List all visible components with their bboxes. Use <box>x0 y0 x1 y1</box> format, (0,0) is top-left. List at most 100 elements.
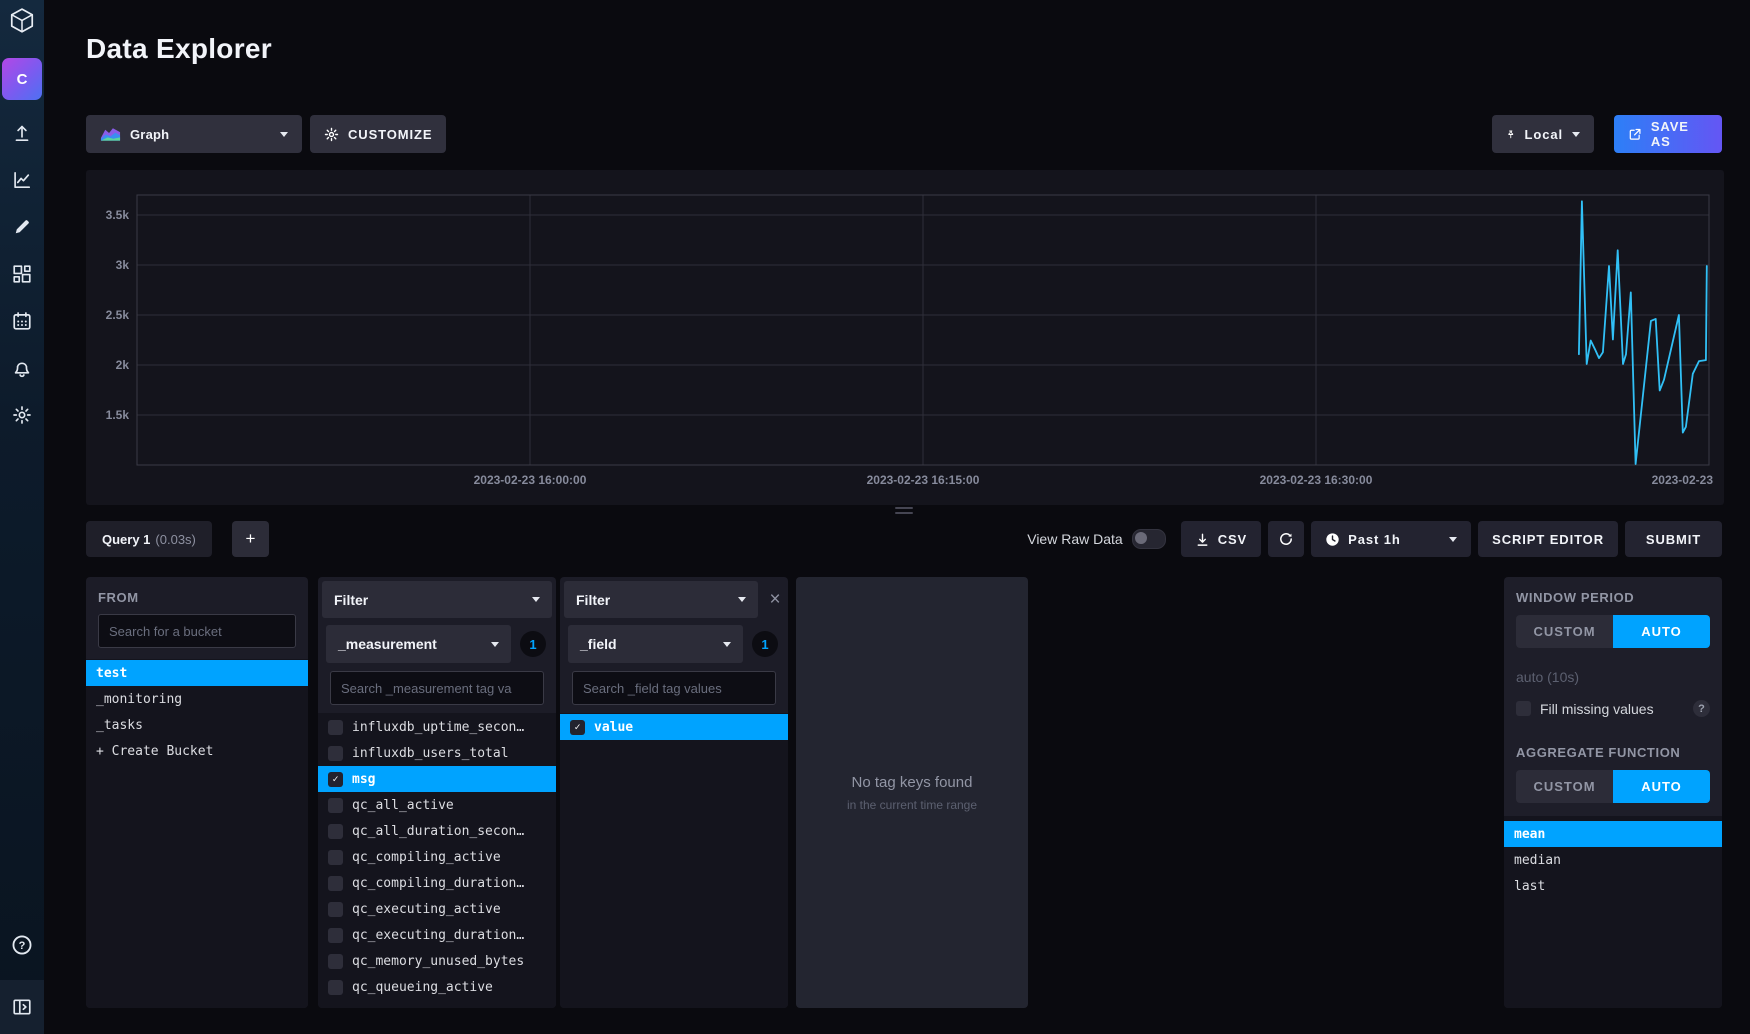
aggregate-function-item[interactable]: mean <box>1504 821 1722 847</box>
aggregate-custom-button[interactable]: CUSTOM <box>1516 770 1613 803</box>
bucket-item[interactable]: test <box>86 660 308 686</box>
svg-text:3k: 3k <box>116 258 130 272</box>
measurement-item-label: qc_all_duration_secon… <box>352 824 524 839</box>
measurement-item[interactable]: qc_executing_duration… <box>318 922 556 948</box>
refresh-icon <box>1278 531 1294 547</box>
measurement-item-checkbox[interactable]: ✓ <box>328 772 343 787</box>
view-raw-data-toggle[interactable] <box>1132 529 1166 549</box>
submit-button[interactable]: SUBMIT <box>1625 521 1722 557</box>
script-editor-label: SCRIPT EDITOR <box>1492 532 1604 547</box>
measurement-item-checkbox[interactable] <box>328 824 343 839</box>
field-item-checkbox[interactable]: ✓ <box>570 720 585 735</box>
customize-button[interactable]: CUSTOMIZE <box>310 115 446 153</box>
sidebar-nav <box>0 122 44 426</box>
filter-type-dropdown[interactable]: Filter <box>564 581 758 618</box>
aggregate-auto-button[interactable]: AUTO <box>1613 770 1710 803</box>
measurement-item[interactable]: qc_memory_unused_bytes <box>318 948 556 974</box>
chevron-down-icon <box>1449 537 1457 542</box>
script-editor-button[interactable]: SCRIPT EDITOR <box>1478 521 1618 557</box>
aggregate-function-title: AGGREGATE FUNCTION <box>1504 721 1722 770</box>
window-custom-button[interactable]: CUSTOM <box>1516 615 1613 648</box>
aggregate-mode-toggle: CUSTOM AUTO <box>1516 770 1710 803</box>
measurement-item-label: influxdb_users_total <box>352 746 509 761</box>
aggregate-function-item[interactable]: last <box>1504 873 1722 899</box>
measurement-item[interactable]: qc_all_duration_secon… <box>318 818 556 844</box>
fill-missing-values-checkbox[interactable] <box>1516 701 1531 716</box>
measurement-item-checkbox[interactable] <box>328 746 343 761</box>
measurement-item[interactable]: qc_executing_active <box>318 896 556 922</box>
add-query-button[interactable]: + <box>232 521 269 557</box>
measurement-item-checkbox[interactable] <box>328 980 343 995</box>
query-tab[interactable]: Query 1 (0.03s) <box>86 521 212 557</box>
local-dropdown[interactable]: Local <box>1492 115 1594 153</box>
svg-text:2023-02-23: 2023-02-23 <box>1652 473 1714 487</box>
bucket-search-input[interactable] <box>98 614 296 648</box>
save-as-button[interactable]: SAVE AS <box>1614 115 1722 153</box>
measurement-key-label: _measurement <box>338 636 437 652</box>
graph-visualization-panel: 1.5k2k2.5k3k3.5k2023-02-23 16:00:002023-… <box>86 170 1724 505</box>
filter-type-dropdown[interactable]: Filter <box>322 581 552 618</box>
visualization-type-dropdown[interactable]: Graph <box>86 115 302 153</box>
measurement-search-input[interactable] <box>330 671 544 705</box>
sidebar-item-settings[interactable] <box>11 404 33 426</box>
sidebar-item-notebooks[interactable] <box>11 216 33 238</box>
measurement-item[interactable]: qc_queueing_active <box>318 974 556 1000</box>
close-filter-icon[interactable]: × <box>762 590 788 609</box>
bucket-item[interactable]: _monitoring <box>86 686 308 712</box>
fill-missing-help-icon[interactable]: ? <box>1693 700 1710 717</box>
bell-icon <box>12 358 32 378</box>
sidebar-item-load-data[interactable] <box>11 122 33 144</box>
sidebar-item-alerts[interactable] <box>11 357 33 379</box>
page-title: Data Explorer <box>86 33 272 65</box>
measurement-item-label: qc_executing_duration… <box>352 928 524 943</box>
sidebar-item-help[interactable]: ? <box>11 934 33 956</box>
measurement-item-checkbox[interactable] <box>328 902 343 917</box>
csv-download-button[interactable]: CSV <box>1181 521 1261 557</box>
measurement-item[interactable]: qc_all_active <box>318 792 556 818</box>
sidebar-item-tasks[interactable] <box>11 310 33 332</box>
bucket-item[interactable]: + Create Bucket <box>86 738 308 764</box>
submit-label: SUBMIT <box>1646 532 1701 547</box>
influxdb-logo[interactable] <box>8 7 36 35</box>
refresh-button[interactable] <box>1268 521 1304 557</box>
window-period-title: WINDOW PERIOD <box>1504 577 1722 615</box>
measurement-item[interactable]: qc_compiling_duration… <box>318 870 556 896</box>
measurement-item-checkbox[interactable] <box>328 798 343 813</box>
measurement-item-checkbox[interactable] <box>328 954 343 969</box>
resize-drag-handle[interactable] <box>895 507 913 514</box>
org-avatar[interactable]: C <box>2 58 42 100</box>
time-range-label: Past 1h <box>1348 532 1401 547</box>
field-key-dropdown[interactable]: _field <box>568 625 743 663</box>
help-icon: ? <box>11 934 33 956</box>
window-period-mode-toggle: CUSTOM AUTO <box>1516 615 1710 648</box>
measurement-item-checkbox[interactable] <box>328 720 343 735</box>
svg-text:2023-02-23 16:15:00: 2023-02-23 16:15:00 <box>867 473 980 487</box>
local-label: Local <box>1525 127 1563 142</box>
sidebar-item-data-explorer[interactable] <box>11 169 33 191</box>
query-duration: (0.03s) <box>155 532 195 547</box>
measurement-item-label: msg <box>352 772 375 787</box>
field-item[interactable]: ✓value <box>560 714 788 740</box>
chevron-down-icon <box>1572 132 1580 137</box>
selected-count-badge: 1 <box>520 631 546 657</box>
measurement-item-checkbox[interactable] <box>328 928 343 943</box>
field-search-input[interactable] <box>572 671 776 705</box>
measurement-item[interactable]: influxdb_users_total <box>318 740 556 766</box>
sidebar-collapse-toggle[interactable] <box>0 980 44 1034</box>
measurement-item[interactable]: influxdb_uptime_secon… <box>318 714 556 740</box>
bucket-item[interactable]: _tasks <box>86 712 308 738</box>
from-panel: FROM test_monitoring_tasks+ Create Bucke… <box>86 577 308 1008</box>
aggregate-function-list: meanmedianlast <box>1504 816 1722 1008</box>
svg-text:?: ? <box>19 940 26 952</box>
customize-label: CUSTOMIZE <box>348 127 432 142</box>
sidebar-item-dashboards[interactable] <box>11 263 33 285</box>
window-auto-button[interactable]: AUTO <box>1613 615 1710 648</box>
measurement-item[interactable]: qc_compiling_active <box>318 844 556 870</box>
time-range-dropdown[interactable]: Past 1h <box>1311 521 1471 557</box>
measurement-item[interactable]: ✓ msg <box>318 766 556 792</box>
aggregate-function-item[interactable]: median <box>1504 847 1722 873</box>
measurement-item-checkbox[interactable] <box>328 876 343 891</box>
measurement-key-dropdown[interactable]: _measurement <box>326 625 511 663</box>
measurement-item-checkbox[interactable] <box>328 850 343 865</box>
clock-icon <box>1325 532 1340 547</box>
